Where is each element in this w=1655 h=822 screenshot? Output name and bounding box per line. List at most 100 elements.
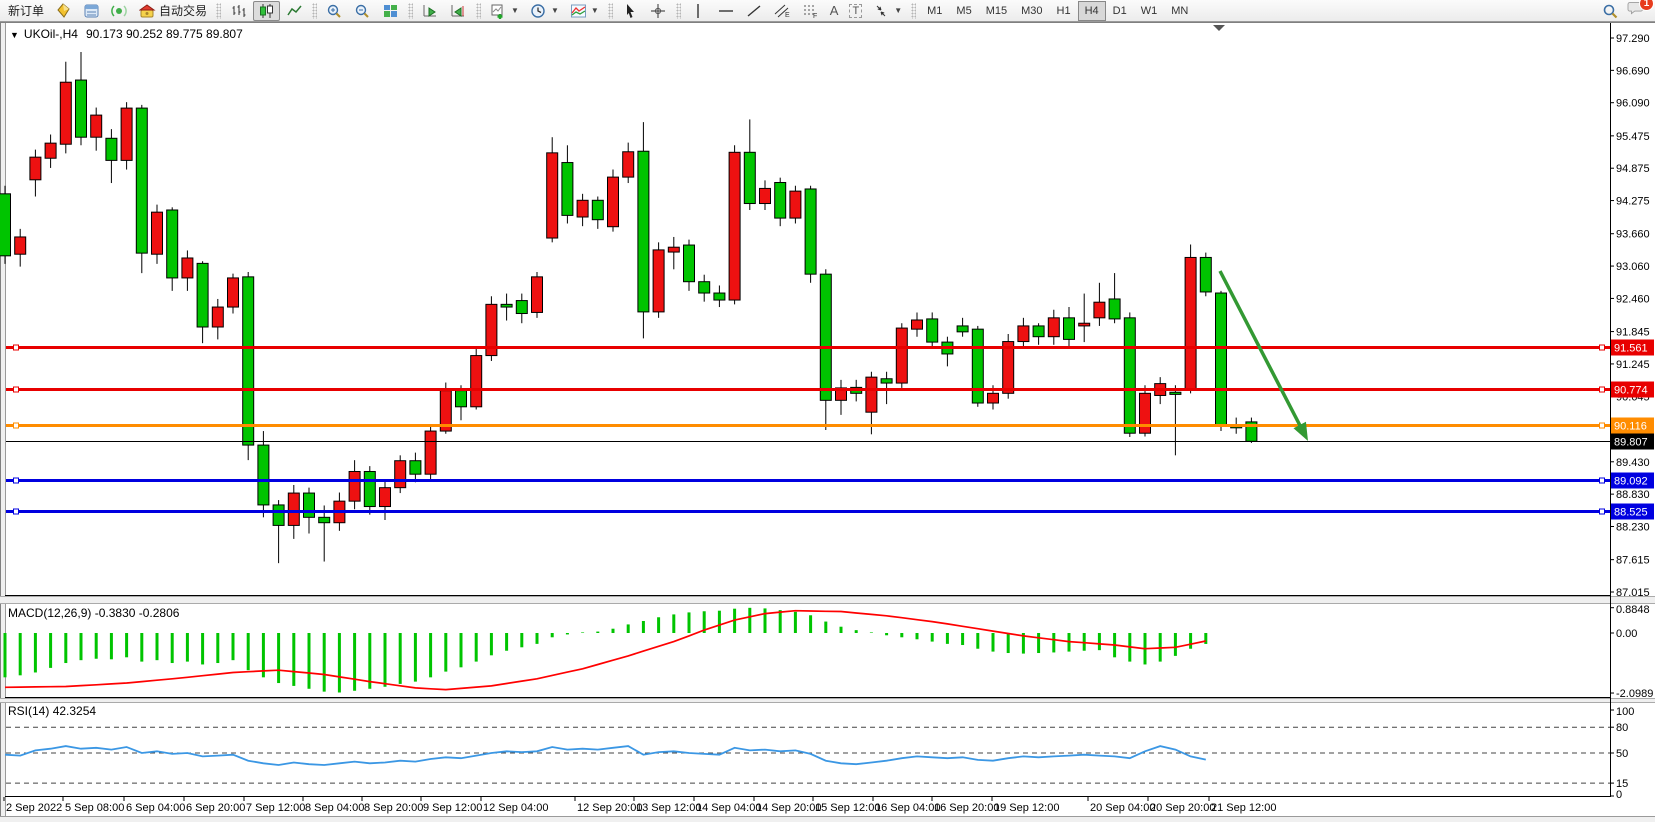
equidistant-channel-button[interactable]: E [769,1,796,21]
text-tool-button[interactable]: A [825,1,844,21]
timeframe-mn[interactable]: MN [1164,1,1195,21]
macd-bar [976,633,979,649]
line-anchor[interactable] [1600,345,1605,350]
candle [121,102,132,169]
horizontal-line-button[interactable] [713,1,740,21]
arrows-tool-button[interactable]: ▼ [868,1,907,21]
zoom-out-button[interactable] [349,1,376,21]
price-tick-label: 96.690 [1616,65,1650,77]
toolbar-grip [608,3,613,19]
macd-bar [900,633,903,637]
cursor-button[interactable] [617,1,644,21]
auto-scroll-button[interactable] [417,1,444,21]
line-anchor[interactable] [1600,387,1605,392]
notifications-button[interactable]: 1 [1627,0,1646,22]
horizontal-line-icon [718,3,735,19]
macd-bar [49,633,52,668]
timeframe-bar: M1M5M15M30H1H4D1W1MN [920,1,1195,21]
macd-tick-label: -2.0989 [1616,688,1653,700]
main-toolbar: 新订单 自动交易 [0,0,1655,22]
bar-chart-button[interactable] [225,1,252,21]
macd-bar [931,633,934,642]
fibonacci-button[interactable]: F [797,1,824,21]
macd-tick-label: 0.8848 [1616,604,1650,616]
text-label-icon: T [849,4,862,18]
chart-shift-button[interactable] [445,1,472,21]
macd-bar [581,632,584,633]
timeframe-d1[interactable]: D1 [1106,1,1134,21]
macd-bar [657,617,660,633]
time-tick-label: 6 Sep 20:00 [186,802,245,814]
vertical-line-button[interactable] [685,1,712,21]
timeframe-h4[interactable]: H4 [1078,1,1106,21]
new-order-button[interactable]: 新订单 [3,1,49,21]
chart-title: ▼UKOil-,H490.173 90.252 89.775 89.807 [10,27,243,41]
chevron-down-icon: ▼ [551,6,559,15]
time-tick-label: 8 Sep 04:00 [305,802,364,814]
line-anchor[interactable] [1600,478,1605,483]
candle [1185,245,1196,394]
trendline-button[interactable] [741,1,768,21]
candle [0,186,11,264]
macd-bar [809,615,812,633]
timeframe-m15[interactable]: M15 [979,1,1014,21]
auto-trading-button[interactable]: 自动交易 [134,1,212,21]
candlestick-chart-button[interactable] [253,1,280,21]
line-anchor[interactable] [1600,509,1605,514]
line-anchor[interactable] [14,509,19,514]
line-anchor[interactable] [14,387,19,392]
price-tick-label: 88.830 [1616,489,1650,501]
macd-bar [353,633,356,691]
price-tag-label: 89.807 [1614,437,1648,449]
chevron-down-icon: ▼ [511,6,519,15]
chart-canvas: 97.29096.69096.09095.47594.87594.27593.6… [0,0,1655,822]
line-anchor[interactable] [14,478,19,483]
timeframe-h1[interactable]: H1 [1050,1,1078,21]
periods-button[interactable]: ▼ [525,1,564,21]
toolbar-grip [408,3,413,19]
search-icon[interactable] [1602,3,1619,19]
candle [425,426,436,480]
price-tag-label: 90.116 [1614,421,1647,433]
candle [228,274,239,314]
tile-windows-button[interactable] [377,1,404,21]
crosshair-button[interactable] [645,1,672,21]
line-chart-button[interactable] [281,1,308,21]
price-tick-label: 95.475 [1616,131,1650,143]
chevron-down-icon: ▼ [894,6,902,15]
zoom-in-button[interactable] [321,1,348,21]
text-label-tool-button[interactable]: T [844,1,867,21]
timeframe-w1[interactable]: W1 [1134,1,1165,21]
timeframe-m5[interactable]: M5 [949,1,978,21]
timeframe-m30[interactable]: M30 [1014,1,1049,21]
line-anchor[interactable] [14,423,19,428]
macd-bar [140,633,143,662]
line-anchor[interactable] [1600,423,1605,428]
macd-bar [125,633,128,657]
time-tick-label: 12 Sep 04:00 [483,802,548,814]
macd-bar [824,622,827,633]
macd-bar [110,633,113,659]
timeframe-m1[interactable]: M1 [920,1,949,21]
line-chart-icon [286,3,303,19]
macd-bar [992,633,995,652]
macd-bar [961,633,964,645]
candle [638,122,649,338]
line-anchor[interactable] [14,345,19,350]
strategy-tester-button[interactable] [106,1,133,21]
collapse-caret-icon[interactable]: ▼ [10,30,19,40]
data-window-button[interactable] [78,1,105,21]
candle [1216,291,1227,431]
macd-bar [520,633,523,647]
macd-bar [718,611,721,633]
macd-bar [885,633,888,635]
indicators-button[interactable]: ▼ [565,1,604,21]
candle [471,347,482,409]
macd-bar [186,633,189,662]
new-chart-button[interactable]: ▼ [485,1,524,21]
candle [729,145,740,304]
macd-bar [338,633,341,692]
market-watch-button[interactable] [50,1,77,21]
macd-bar [1189,633,1192,649]
macd-bar [308,633,311,689]
